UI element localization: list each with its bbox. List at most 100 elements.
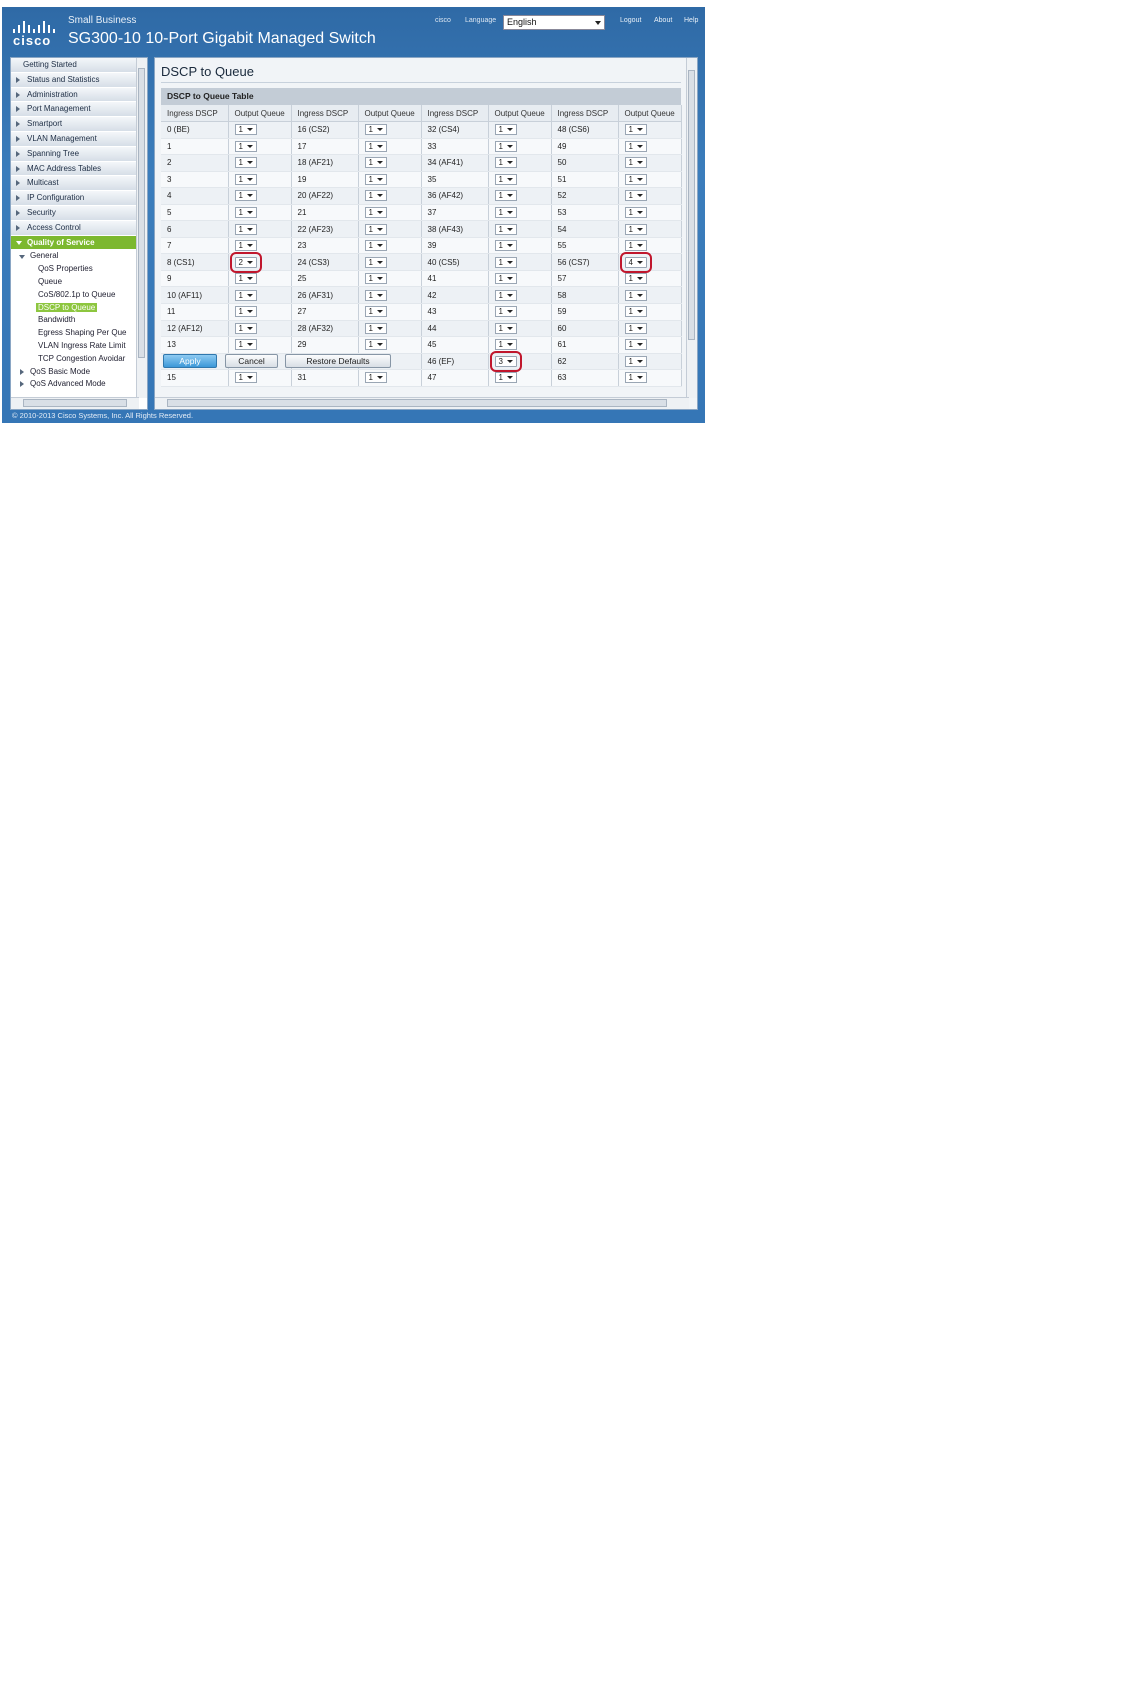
output-queue-select[interactable]: 1 — [364, 339, 387, 351]
sidebar-horizontal-scrollbar[interactable] — [11, 397, 139, 409]
main-vertical-scrollbar[interactable] — [686, 58, 697, 398]
main-horizontal-scrollbar[interactable] — [155, 397, 689, 409]
output-queue-select[interactable]: 1 — [364, 240, 387, 252]
language-select[interactable]: English — [503, 15, 605, 30]
output-queue-select[interactable]: 1 — [494, 306, 517, 318]
sidebar-subitem-general[interactable]: General — [11, 250, 138, 263]
scrollbar-thumb[interactable] — [138, 68, 145, 358]
sidebar-item-getting-started[interactable]: Getting Started — [11, 58, 138, 73]
output-queue-select[interactable]: 1 — [624, 273, 647, 285]
output-queue-select[interactable]: 1 — [364, 190, 387, 202]
sidebar-subitem-queue[interactable]: Queue — [11, 276, 138, 289]
sidebar-item-mac-address-tables[interactable]: MAC Address Tables — [11, 161, 138, 177]
output-queue-select[interactable]: 1 — [624, 289, 647, 301]
output-queue-select[interactable]: 1 — [494, 207, 517, 218]
sidebar-subitem-dscp-to-queue[interactable]: DSCP to Queue — [11, 302, 138, 315]
sidebar-item-vlan-management[interactable]: VLAN Management — [11, 131, 138, 147]
output-queue-select[interactable]: 1 — [494, 256, 517, 268]
output-queue-select[interactable]: 1 — [624, 173, 647, 185]
output-queue-select[interactable]: 1 — [234, 322, 257, 334]
output-queue-select[interactable]: 1 — [364, 372, 387, 384]
output-queue-select[interactable]: 1 — [234, 339, 257, 351]
sidebar-item-quality-of-service[interactable]: Quality of Service — [11, 235, 138, 251]
output-queue-select[interactable]: 1 — [624, 240, 647, 252]
output-queue-select[interactable]: 1 — [364, 289, 387, 301]
output-queue-select[interactable]: 1 — [364, 207, 387, 218]
output-queue-select[interactable]: 1 — [624, 339, 647, 351]
output-queue-select[interactable]: 1 — [494, 124, 517, 136]
output-queue-select[interactable]: 1 — [234, 372, 257, 384]
sidebar-subitem-bandwidth[interactable]: Bandwidth — [11, 314, 138, 327]
output-queue-select[interactable]: 1 — [624, 306, 647, 318]
sidebar-item-status-and-statistics[interactable]: Status and Statistics — [11, 72, 138, 88]
output-queue-select[interactable]: 1 — [624, 355, 647, 367]
output-queue-select[interactable]: 1 — [494, 240, 517, 252]
output-queue-select[interactable]: 1 — [234, 273, 257, 285]
output-queue-select[interactable]: 1 — [364, 140, 387, 152]
sidebar-item-port-management[interactable]: Port Management — [11, 102, 138, 118]
output-queue-select[interactable]: 1 — [624, 207, 647, 218]
output-queue-select[interactable]: 1 — [234, 140, 257, 152]
sidebar-item-access-control[interactable]: Access Control — [11, 220, 138, 236]
sidebar-subitem-cos-to-queue[interactable]: CoS/802.1p to Queue — [11, 289, 138, 302]
about-link[interactable]: About — [654, 17, 672, 24]
output-queue-select[interactable]: 1 — [234, 306, 257, 318]
sidebar-item-spanning-tree[interactable]: Spanning Tree — [11, 146, 138, 162]
scrollbar-thumb[interactable] — [23, 399, 127, 407]
output-queue-select[interactable]: 1 — [624, 372, 647, 384]
sidebar-subitem-tcp-congestion[interactable]: TCP Congestion Avoidar — [11, 353, 138, 366]
output-queue-select[interactable]: 1 — [364, 223, 387, 235]
sidebar-item-smartport[interactable]: Smartport — [11, 117, 138, 132]
output-queue-select[interactable]: 1 — [624, 223, 647, 235]
output-queue-select[interactable]: 1 — [234, 240, 257, 252]
output-queue-select[interactable]: 1 — [364, 306, 387, 318]
output-queue-select[interactable]: 1 — [234, 223, 257, 235]
apply-button[interactable]: Apply — [163, 354, 217, 368]
output-queue-select[interactable]: 1 — [234, 289, 257, 301]
output-queue-select[interactable]: 1 — [624, 157, 647, 169]
scrollbar-thumb[interactable] — [167, 399, 667, 407]
sidebar-vertical-scrollbar[interactable] — [136, 58, 147, 398]
sidebar-subitem-qos-advanced-mode[interactable]: QoS Advanced Mode — [11, 378, 138, 391]
output-queue-select[interactable]: 1 — [624, 140, 647, 152]
output-queue-select[interactable]: 1 — [234, 207, 257, 218]
output-queue-select[interactable]: 1 — [364, 157, 387, 169]
output-queue-select[interactable]: 1 — [494, 273, 517, 285]
output-queue-select[interactable]: 1 — [494, 223, 517, 235]
output-queue-select[interactable]: 1 — [494, 289, 517, 301]
output-queue-select[interactable]: 1 — [234, 173, 257, 185]
output-queue-select[interactable]: 1 — [234, 190, 257, 202]
logout-link[interactable]: Logout — [620, 17, 641, 24]
cancel-button[interactable]: Cancel — [225, 354, 278, 368]
restore-defaults-button[interactable]: Restore Defaults — [285, 354, 391, 368]
output-queue-select[interactable]: 1 — [494, 190, 517, 202]
output-queue-select[interactable]: 3 — [489, 350, 522, 372]
output-queue-select[interactable]: 1 — [364, 256, 387, 268]
help-link[interactable]: Help — [684, 17, 698, 24]
output-queue-select[interactable]: 1 — [624, 322, 647, 334]
output-queue-select[interactable]: 1 — [364, 322, 387, 334]
scrollbar-thumb[interactable] — [688, 70, 695, 340]
sidebar-item-multicast[interactable]: Multicast — [11, 176, 138, 192]
output-queue-select[interactable]: 2 — [229, 251, 262, 273]
output-queue-select[interactable]: 1 — [494, 140, 517, 152]
output-queue-select[interactable]: 1 — [494, 157, 517, 169]
sidebar-subitem-vlan-ingress-rate-limit[interactable]: VLAN Ingress Rate Limit — [11, 340, 138, 353]
output-queue-select[interactable]: 1 — [624, 124, 647, 136]
output-queue-select[interactable]: 1 — [364, 173, 387, 185]
output-queue-select[interactable]: 1 — [494, 372, 517, 384]
sidebar-item-ip-configuration[interactable]: IP Configuration — [11, 191, 138, 206]
output-queue-select[interactable]: 1 — [624, 190, 647, 202]
output-queue-select[interactable]: 1 — [494, 173, 517, 185]
sidebar-subitem-egress-shaping[interactable]: Egress Shaping Per Que — [11, 327, 138, 340]
sidebar-item-administration[interactable]: Administration — [11, 87, 138, 103]
output-queue-select[interactable]: 1 — [494, 322, 517, 334]
output-queue-select[interactable]: 1 — [364, 124, 387, 136]
output-queue-select[interactable]: 1 — [234, 124, 257, 136]
output-queue-select[interactable]: 4 — [619, 251, 652, 273]
sidebar-item-security[interactable]: Security — [11, 205, 138, 221]
output-queue-select[interactable]: 1 — [364, 273, 387, 285]
output-queue-select[interactable]: 1 — [494, 339, 517, 351]
sidebar-subitem-qos-basic-mode[interactable]: QoS Basic Mode — [11, 366, 138, 379]
sidebar-subitem-qos-properties[interactable]: QoS Properties — [11, 263, 138, 276]
